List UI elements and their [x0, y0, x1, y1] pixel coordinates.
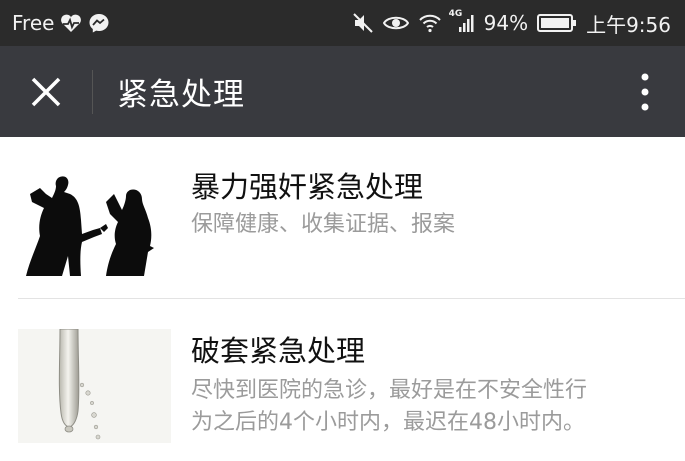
status-left: Free: [12, 11, 110, 35]
violence-silhouette-image: [18, 164, 171, 278]
item-description: 保障健康、收集证据、报案: [191, 212, 456, 237]
more-vertical-icon: [641, 73, 649, 110]
broken-condom-image: [18, 329, 171, 443]
item-title: 暴力强奸紧急处理: [191, 170, 424, 204]
battery-icon: [537, 13, 577, 33]
network-type: 4G: [448, 9, 463, 19]
nav-divider: [92, 69, 93, 114]
clock: 上午9:56: [586, 12, 671, 37]
mute-icon: [352, 12, 374, 34]
messenger-icon: [88, 12, 110, 34]
wifi-icon: [418, 13, 442, 33]
item-description-line: 尽快到医院的急诊，最好是在不安全性行: [191, 378, 588, 403]
item-text: 暴力强奸紧急处理 保障健康、收集证据、报案: [191, 169, 665, 241]
status-bar: Free 4G 94% 上午9:56: [0, 0, 685, 46]
close-button[interactable]: [0, 46, 92, 137]
list-item-rape-emergency[interactable]: 暴力强奸紧急处理 保障健康、收集证据、报案: [0, 137, 685, 299]
page-title: 紧急处理: [117, 77, 245, 113]
article-list: 暴力强奸紧急处理 保障健康、收集证据、报案 破套紧急处理 尽快到医院的急诊，最好…: [0, 137, 685, 461]
more-button[interactable]: [605, 46, 685, 137]
item-title: 破套紧急处理: [191, 334, 366, 368]
item-description-line: 为之后的4个小时内，最迟在48小时内。: [191, 410, 585, 435]
close-icon: [31, 77, 61, 106]
heartbeat-icon: [60, 13, 82, 33]
list-item-condom-break[interactable]: 破套紧急处理 尽快到医院的急诊，最好是在不安全性行 为之后的4个小时内，最迟在4…: [0, 299, 685, 461]
item-text: 破套紧急处理 尽快到医院的急诊，最好是在不安全性行 为之后的4个小时内，最迟在4…: [191, 333, 665, 439]
carrier-label: Free: [12, 11, 55, 35]
eye-icon: [382, 14, 409, 32]
navbar: 紧急处理: [0, 46, 685, 137]
item-description: 尽快到医院的急诊，最好是在不安全性行 为之后的4个小时内，最迟在48小时内。: [191, 375, 665, 439]
signal-icon: 4G: [449, 9, 475, 33]
battery-percent: 94%: [483, 11, 529, 35]
status-right: 4G 94% 上午9:56: [352, 9, 671, 38]
